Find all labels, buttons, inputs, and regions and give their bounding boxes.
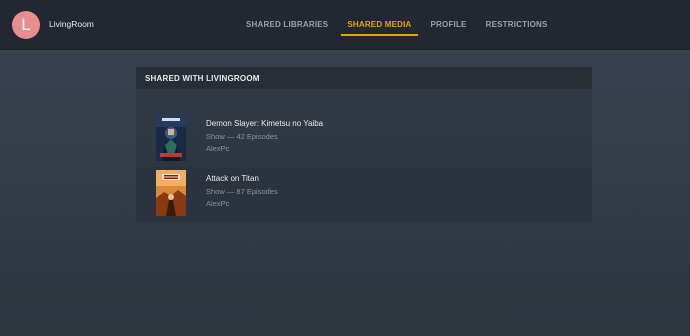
tab-shared-libraries[interactable]: SHARED LIBRARIES — [240, 14, 334, 36]
tab-profile[interactable]: PROFILE — [425, 14, 473, 36]
item-meta: Demon Slayer: Kimetsu no Yaiba Show — 42… — [206, 118, 323, 154]
media-title[interactable]: Attack on Titan — [206, 173, 278, 184]
media-subtitle: Show — 42 Episodes — [206, 132, 278, 141]
panel-heading: SHARED WITH LIVINGROOM — [136, 67, 592, 89]
tab-restrictions[interactable]: RESTRICTIONS — [480, 14, 554, 36]
attack-on-titan-poster-icon — [156, 170, 186, 216]
username: LivingRoom — [49, 19, 94, 29]
demon-slayer-poster-icon — [156, 115, 186, 161]
list-item[interactable]: Demon Slayer: Kimetsu no Yaiba Show — 42… — [136, 112, 592, 168]
item-meta: Attack on Titan Show — 87 Episodes AlexP… — [206, 173, 278, 209]
media-title[interactable]: Demon Slayer: Kimetsu no Yaiba — [206, 118, 323, 129]
shared-media-list: Demon Slayer: Kimetsu no Yaiba Show — 42… — [136, 89, 592, 223]
page: L LivingRoom SHARED LIBRARIES SHARED MED… — [0, 0, 690, 336]
media-subtitle: Show — 87 Episodes — [206, 187, 278, 196]
avatar[interactable]: L — [12, 11, 40, 39]
media-owner: AlexPc — [206, 144, 230, 153]
tab-shared-media[interactable]: SHARED MEDIA — [341, 14, 418, 36]
media-owner: AlexPc — [206, 199, 230, 208]
top-header: L LivingRoom SHARED LIBRARIES SHARED MED… — [0, 0, 690, 50]
list-item[interactable]: Attack on Titan Show — 87 Episodes AlexP… — [136, 167, 592, 223]
tab-bar: SHARED LIBRARIES SHARED MEDIA PROFILE RE… — [240, 14, 561, 36]
